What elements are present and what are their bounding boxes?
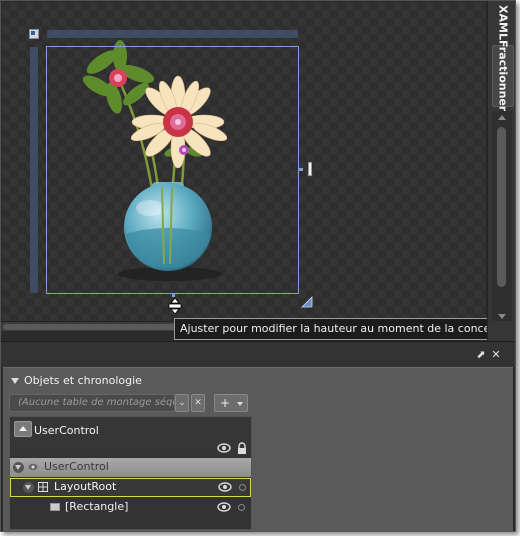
- design-width-handle[interactable]: [308, 162, 312, 176]
- panel-title: Objets et chronologie: [24, 374, 142, 387]
- vertical-scroll-thumb[interactable]: [497, 127, 506, 287]
- undock-icon[interactable]: ⬈: [475, 349, 487, 361]
- eye-icon[interactable]: [28, 463, 38, 471]
- close-icon[interactable]: ✕: [490, 349, 502, 361]
- design-height-tooltip: Ajuster pour modifier la hauteur au mome…: [174, 318, 515, 340]
- objects-timeline-panel: Objets et chronologie (Aucune table de m…: [3, 367, 513, 531]
- tree-node-rectangle[interactable]: [Rectangle]: [10, 498, 251, 517]
- chevron-down-icon[interactable]: [237, 402, 243, 406]
- scroll-down-icon[interactable]: [498, 314, 506, 319]
- selection-box[interactable]: [46, 46, 299, 294]
- tree-node-label: UserControl: [44, 460, 109, 473]
- design-surface[interactable]: [2, 2, 486, 322]
- lock-toggle-dot[interactable]: [239, 484, 246, 491]
- view-mode-bar: XAML Fractionner: [487, 1, 515, 341]
- resize-cursor-icon: [168, 298, 182, 314]
- scope-header: UserControl: [10, 417, 251, 455]
- storyboard-dropdown-icon[interactable]: ⌄: [175, 394, 189, 412]
- tab-split[interactable]: Fractionner: [492, 40, 514, 112]
- lock-icon[interactable]: [236, 442, 248, 454]
- storyboard-close-icon[interactable]: ✕: [191, 394, 205, 412]
- panel-splitter[interactable]: ⬈ ✕: [1, 341, 515, 367]
- grid-icon: [38, 482, 48, 492]
- add-storyboard-label: +: [220, 396, 231, 410]
- eye-icon[interactable]: [217, 443, 231, 453]
- blend-window: Ajuster pour modifier la hauteur au mome…: [0, 0, 516, 532]
- resize-corner-icon[interactable]: [301, 296, 313, 308]
- eye-icon[interactable]: [217, 502, 231, 512]
- width-handle-tick[interactable]: [299, 168, 303, 171]
- tree-node-layoutroot[interactable]: LayoutRoot: [10, 478, 251, 497]
- add-storyboard-button[interactable]: +: [214, 394, 248, 412]
- scroll-up-icon[interactable]: [498, 115, 506, 120]
- lock-toggle-dot[interactable]: [238, 504, 245, 511]
- collapse-icon[interactable]: [11, 378, 19, 384]
- expander-icon[interactable]: [13, 462, 24, 473]
- tree-node-usercontrol[interactable]: UserControl: [10, 458, 251, 477]
- rectangle-icon: [50, 503, 60, 511]
- object-tree: UserControl UserControl LayoutRoot [Rect…: [9, 416, 252, 530]
- storyboard-selector[interactable]: (Aucune table de montage séquentiel: [9, 394, 175, 412]
- height-handle-tick[interactable]: [172, 294, 175, 297]
- eye-icon[interactable]: [218, 482, 232, 492]
- scope-title: UserControl: [34, 424, 99, 437]
- panel-header[interactable]: Objets et chronologie: [11, 374, 142, 387]
- tab-xaml[interactable]: XAML: [492, 5, 514, 40]
- vertical-scrollbar[interactable]: [492, 111, 512, 321]
- scope-up-icon[interactable]: [14, 421, 32, 437]
- tree-node-label: [Rectangle]: [65, 500, 129, 513]
- tree-node-label: LayoutRoot: [54, 480, 117, 493]
- expander-icon[interactable]: [23, 482, 34, 493]
